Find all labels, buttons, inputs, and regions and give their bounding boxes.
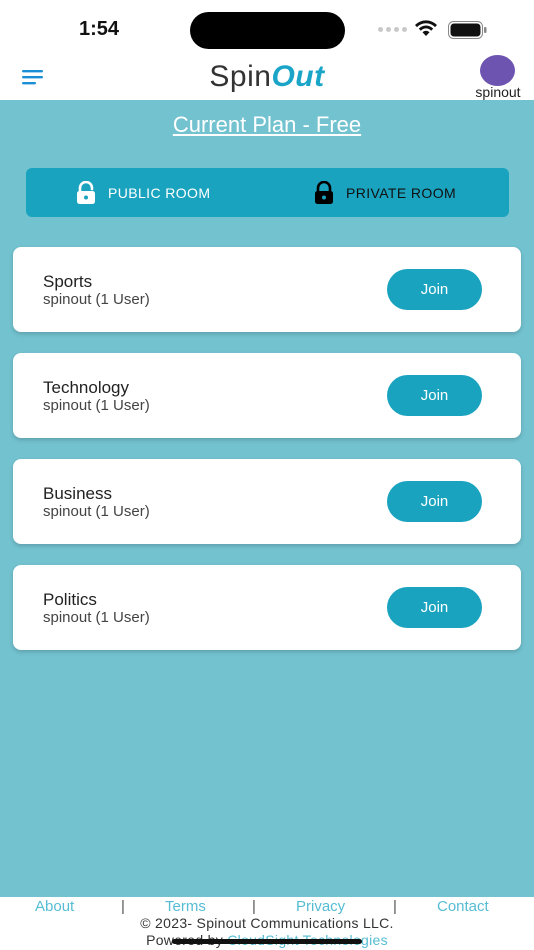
- app-logo: SpinOut: [0, 58, 534, 96]
- wifi-icon: [415, 20, 437, 36]
- private-room-label: PRIVATE ROOM: [346, 184, 457, 201]
- room-users: spinout (1 User): [43, 503, 150, 520]
- logo-text-out: Out: [271, 60, 325, 93]
- join-button[interactable]: Join: [387, 481, 482, 522]
- footer-separator: |: [121, 898, 125, 915]
- public-room-tab[interactable]: PUBLIC ROOM: [76, 168, 210, 217]
- room-users: spinout (1 User): [43, 397, 150, 414]
- logo-text-spin: Spin: [209, 60, 272, 93]
- join-button[interactable]: Join: [387, 587, 482, 628]
- unlocked-padlock-icon: [77, 180, 95, 204]
- locked-padlock-icon: [315, 180, 333, 204]
- main-content: Current Plan - Free PUBLIC ROOM PRIVATE …: [0, 100, 534, 897]
- room-users: spinout (1 User): [43, 609, 150, 626]
- username-label: spinout: [475, 84, 521, 100]
- footer-separator: |: [252, 898, 256, 915]
- room-type-toggle: PUBLIC ROOM PRIVATE ROOM: [26, 168, 509, 217]
- copyright-text: © 2023- Spinout Communications LLC.: [140, 915, 394, 931]
- battery-icon: [448, 21, 487, 39]
- join-button[interactable]: Join: [387, 269, 482, 310]
- avatar[interactable]: [480, 55, 515, 86]
- footer-link-about[interactable]: About: [35, 898, 74, 915]
- join-button[interactable]: Join: [387, 375, 482, 416]
- room-users: spinout (1 User): [43, 291, 150, 308]
- footer-link-terms[interactable]: Terms: [165, 898, 206, 915]
- cellular-signal-icon: [378, 27, 407, 32]
- app-header: SpinOut spinout: [0, 55, 534, 100]
- private-room-tab[interactable]: PRIVATE ROOM: [314, 168, 456, 217]
- room-card-sports: Sports spinout (1 User) Join: [13, 247, 521, 332]
- room-name: Technology: [43, 378, 130, 397]
- room-name: Sports: [43, 272, 93, 291]
- footer-links: About | Terms | Privacy | Contact: [0, 898, 534, 916]
- home-indicator: [172, 939, 362, 944]
- footer-link-privacy[interactable]: Privacy: [296, 898, 345, 915]
- room-card-business: Business spinout (1 User) Join: [13, 459, 521, 544]
- public-room-label: PUBLIC ROOM: [108, 184, 211, 201]
- room-card-technology: Technology spinout (1 User) Join: [13, 353, 521, 438]
- room-card-politics: Politics spinout (1 User) Join: [13, 565, 521, 650]
- status-bar: 1:54: [0, 0, 534, 58]
- status-time: 1:54: [79, 18, 120, 40]
- room-name: Business: [43, 484, 112, 503]
- footer-separator: |: [393, 898, 397, 915]
- dynamic-island: [190, 12, 345, 49]
- current-plan-link[interactable]: Current Plan - Free: [0, 112, 534, 138]
- room-name: Politics: [43, 590, 97, 609]
- footer-link-contact[interactable]: Contact: [437, 898, 489, 915]
